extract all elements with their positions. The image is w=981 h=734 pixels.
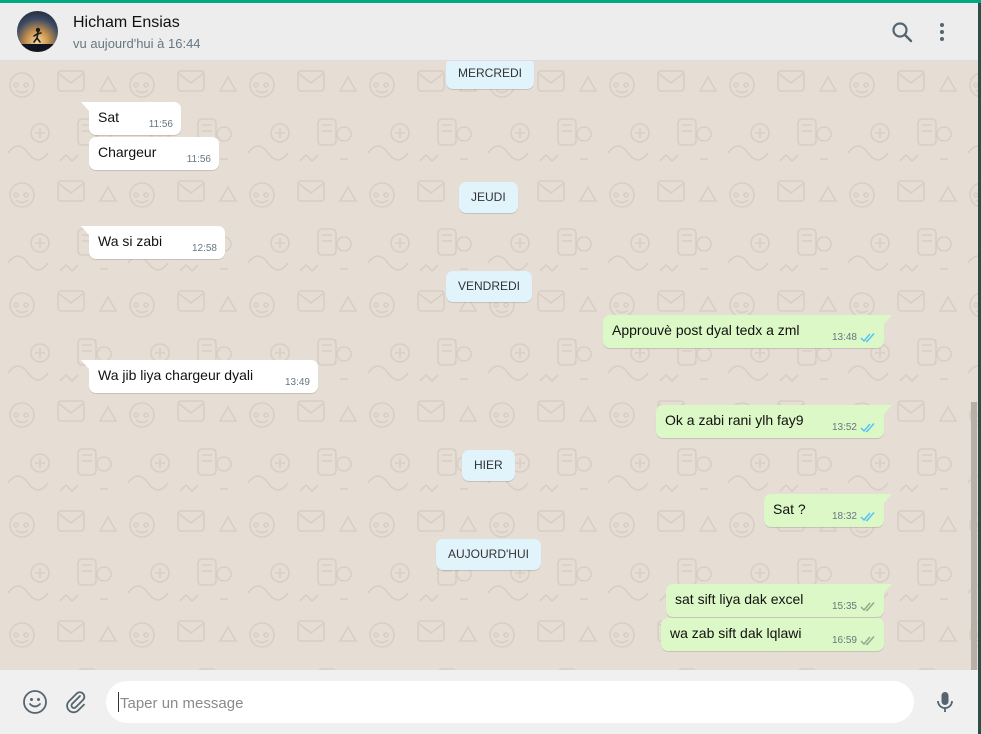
date-separator: AUJOURD'HUI [436, 539, 541, 570]
chat-scrollbar[interactable] [971, 402, 977, 670]
message-text: sat sift liya dak excel [675, 591, 804, 607]
message-outgoing[interactable]: wa zab sift dak lqlawi 16:59 [661, 618, 884, 651]
message-time: 16:59 [831, 635, 857, 646]
date-separator: JEUDI [459, 182, 518, 213]
message-text: wa zab sift dak lqlawi [670, 625, 802, 641]
message-text: Wa jib liya chargeur dyali [98, 367, 254, 383]
menu-icon[interactable] [930, 20, 954, 44]
chat-area[interactable]: MERCREDI Sat 11:56 Chargeur 11:56 JEUDI … [0, 61, 978, 670]
message-time: 12:58 [191, 243, 217, 254]
message-outgoing[interactable]: Sat ? 18:32 [764, 494, 892, 527]
message-meta: 18:32 [832, 511, 876, 522]
message-input-box[interactable] [106, 681, 914, 725]
message-meta: 11:56 [187, 154, 211, 165]
message-meta: 13:49 [285, 377, 310, 388]
message-incoming[interactable]: Wa jib liya chargeur dyali 13:49 [81, 360, 318, 393]
contact-last-seen: vu aujourd'hui à 16:44 [73, 36, 201, 51]
message-time: 18:32 [831, 511, 857, 522]
mic-icon[interactable] [932, 689, 958, 715]
message-time: 11:56 [148, 119, 173, 130]
message-input[interactable] [118, 681, 902, 725]
message-composer [0, 670, 978, 734]
read-receipt-icon [860, 423, 875, 433]
message-outgoing[interactable]: Approuvè post dyal tedx a zml 13:48 [603, 315, 892, 348]
message-meta: 16:59 [832, 635, 876, 646]
message-incoming[interactable]: Chargeur 11:56 [89, 137, 219, 170]
message-incoming[interactable]: Sat 11:56 [81, 102, 181, 135]
message-text: Chargeur [98, 144, 157, 160]
delivered-receipt-icon [860, 602, 875, 612]
read-receipt-icon [860, 333, 875, 343]
message-time: 13:52 [831, 422, 857, 433]
message-time: 13:48 [831, 332, 857, 343]
message-time: 15:35 [831, 601, 857, 612]
date-separator: MERCREDI [446, 61, 535, 89]
date-separator: VENDREDI [446, 271, 533, 302]
message-text: Approuvè post dyal tedx a zml [612, 322, 800, 338]
message-meta: 12:58 [192, 243, 217, 254]
message-meta: 13:52 [832, 422, 876, 433]
message-meta: 11:56 [149, 119, 173, 130]
message-time: 11:56 [186, 154, 211, 165]
emoji-icon[interactable] [22, 689, 48, 715]
read-receipt-icon [860, 512, 875, 522]
contact-name[interactable]: Hicham Ensias [73, 14, 180, 32]
date-separator: HIER [462, 450, 515, 481]
message-meta: 15:35 [832, 601, 876, 612]
message-meta: 13:48 [832, 332, 876, 343]
delivered-receipt-icon [860, 636, 875, 646]
message-outgoing[interactable]: Ok a zabi rani ylh fay9 13:52 [656, 405, 892, 438]
chat-header: Hicham Ensias vu aujourd'hui à 16:44 [0, 3, 978, 61]
avatar[interactable] [17, 11, 58, 52]
message-outgoing[interactable]: sat sift liya dak excel 15:35 [666, 584, 892, 617]
message-text: Ok a zabi rani ylh fay9 [665, 412, 804, 428]
message-time: 13:49 [284, 377, 310, 388]
message-text: Sat [98, 109, 120, 125]
message-text: Sat ? [773, 501, 806, 517]
search-icon[interactable] [890, 20, 914, 44]
message-text: Wa si zabi [98, 233, 163, 249]
message-incoming[interactable]: Wa si zabi 12:58 [81, 226, 225, 259]
attach-icon[interactable] [63, 689, 89, 715]
text-caret [118, 692, 119, 712]
